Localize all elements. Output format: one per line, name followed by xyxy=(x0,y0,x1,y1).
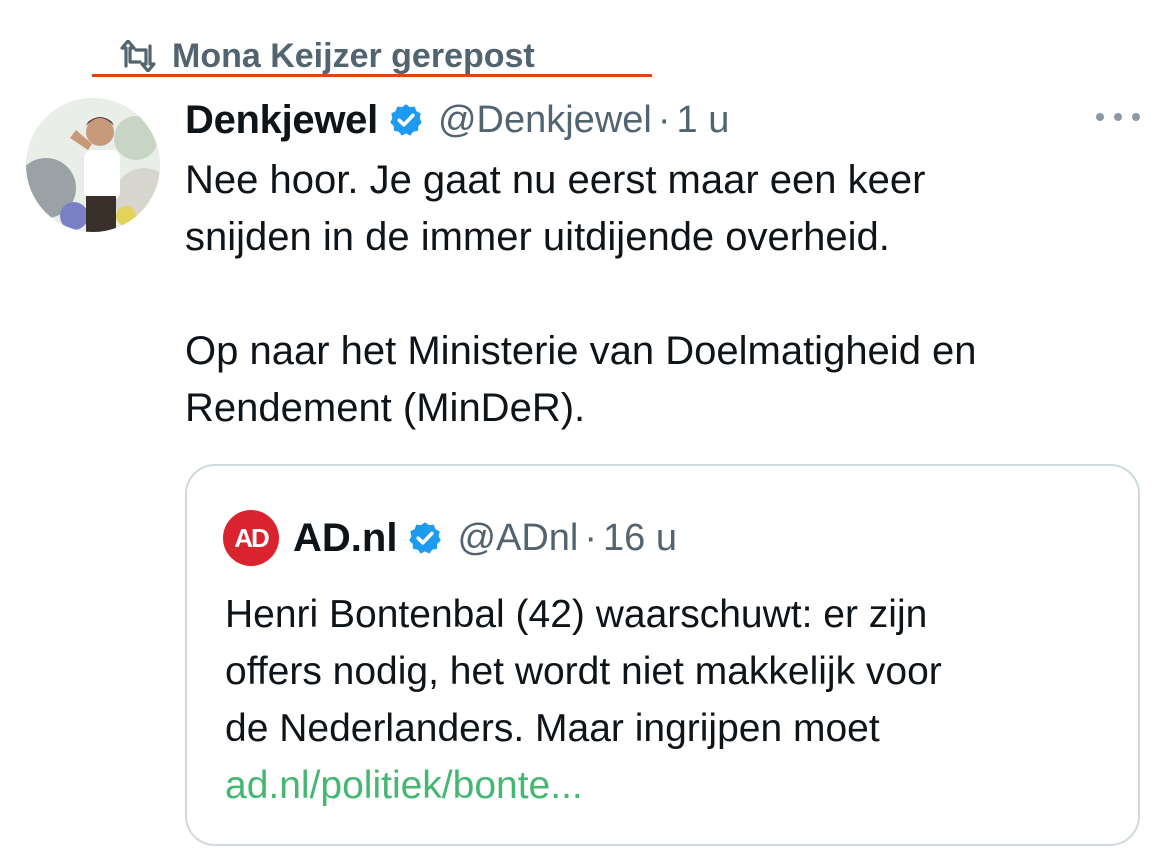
tweet-text-line: Rendement (MinDeR). xyxy=(185,386,586,430)
tweet-timestamp[interactable]: 1 u xyxy=(677,99,730,142)
quoted-tweet-card[interactable]: AD AD.nl @ADnl · 16 u Henri Bontenbal (4… xyxy=(185,464,1140,846)
repost-underline-annotation xyxy=(92,74,652,77)
avatar[interactable] xyxy=(26,98,160,232)
quoted-author-name[interactable]: AD.nl xyxy=(293,516,397,561)
quoted-tweet-header: AD AD.nl @ADnl · 16 u xyxy=(223,510,677,566)
author-name[interactable]: Denkjewel xyxy=(185,98,378,143)
quoted-text-line: Henri Bontenbal (42) waarschuwt: er zijn xyxy=(225,593,928,636)
quoted-author-handle[interactable]: @ADnl xyxy=(457,517,578,560)
separator-dot: · xyxy=(657,98,671,141)
tweet-text-line: Nee hoor. Je gaat nu eerst maar een keer xyxy=(185,158,926,202)
author-handle[interactable]: @Denkjewel xyxy=(438,99,652,142)
repost-icon xyxy=(120,40,156,72)
tweet-text-line: Op naar het Ministerie van Doelmatigheid… xyxy=(185,329,977,373)
tweet-header: Denkjewel @Denkjewel · 1 u xyxy=(185,94,729,146)
ad-logo-avatar[interactable]: AD xyxy=(223,510,279,566)
repost-label: Mona Keijzer gerepost xyxy=(172,36,535,75)
ad-logo-text: AD xyxy=(234,522,270,553)
avatar-image xyxy=(26,98,160,232)
verified-badge-icon xyxy=(390,104,422,136)
tweet-text-line: snijden in de immer uitdijende overheid. xyxy=(185,215,890,259)
quoted-tweet-text: Henri Bontenbal (42) waarschuwt: er zijn… xyxy=(225,586,1125,814)
quoted-tweet-timestamp[interactable]: 16 u xyxy=(603,517,677,560)
quoted-article-link[interactable]: ad.nl/politiek/bonte... xyxy=(225,757,1125,814)
tweet-text: Nee hoor. Je gaat nu eerst maar een keer… xyxy=(185,152,1145,437)
quoted-text-line: offers nodig, het wordt niet makkelijk v… xyxy=(225,650,942,693)
verified-badge-icon xyxy=(409,522,442,554)
more-options-icon[interactable] xyxy=(1096,106,1140,128)
separator-dot: · xyxy=(584,516,598,559)
repost-indicator[interactable]: Mona Keijzer gerepost xyxy=(118,36,535,76)
quoted-text-line: de Nederlanders. Maar ingrijpen moet xyxy=(225,707,880,750)
